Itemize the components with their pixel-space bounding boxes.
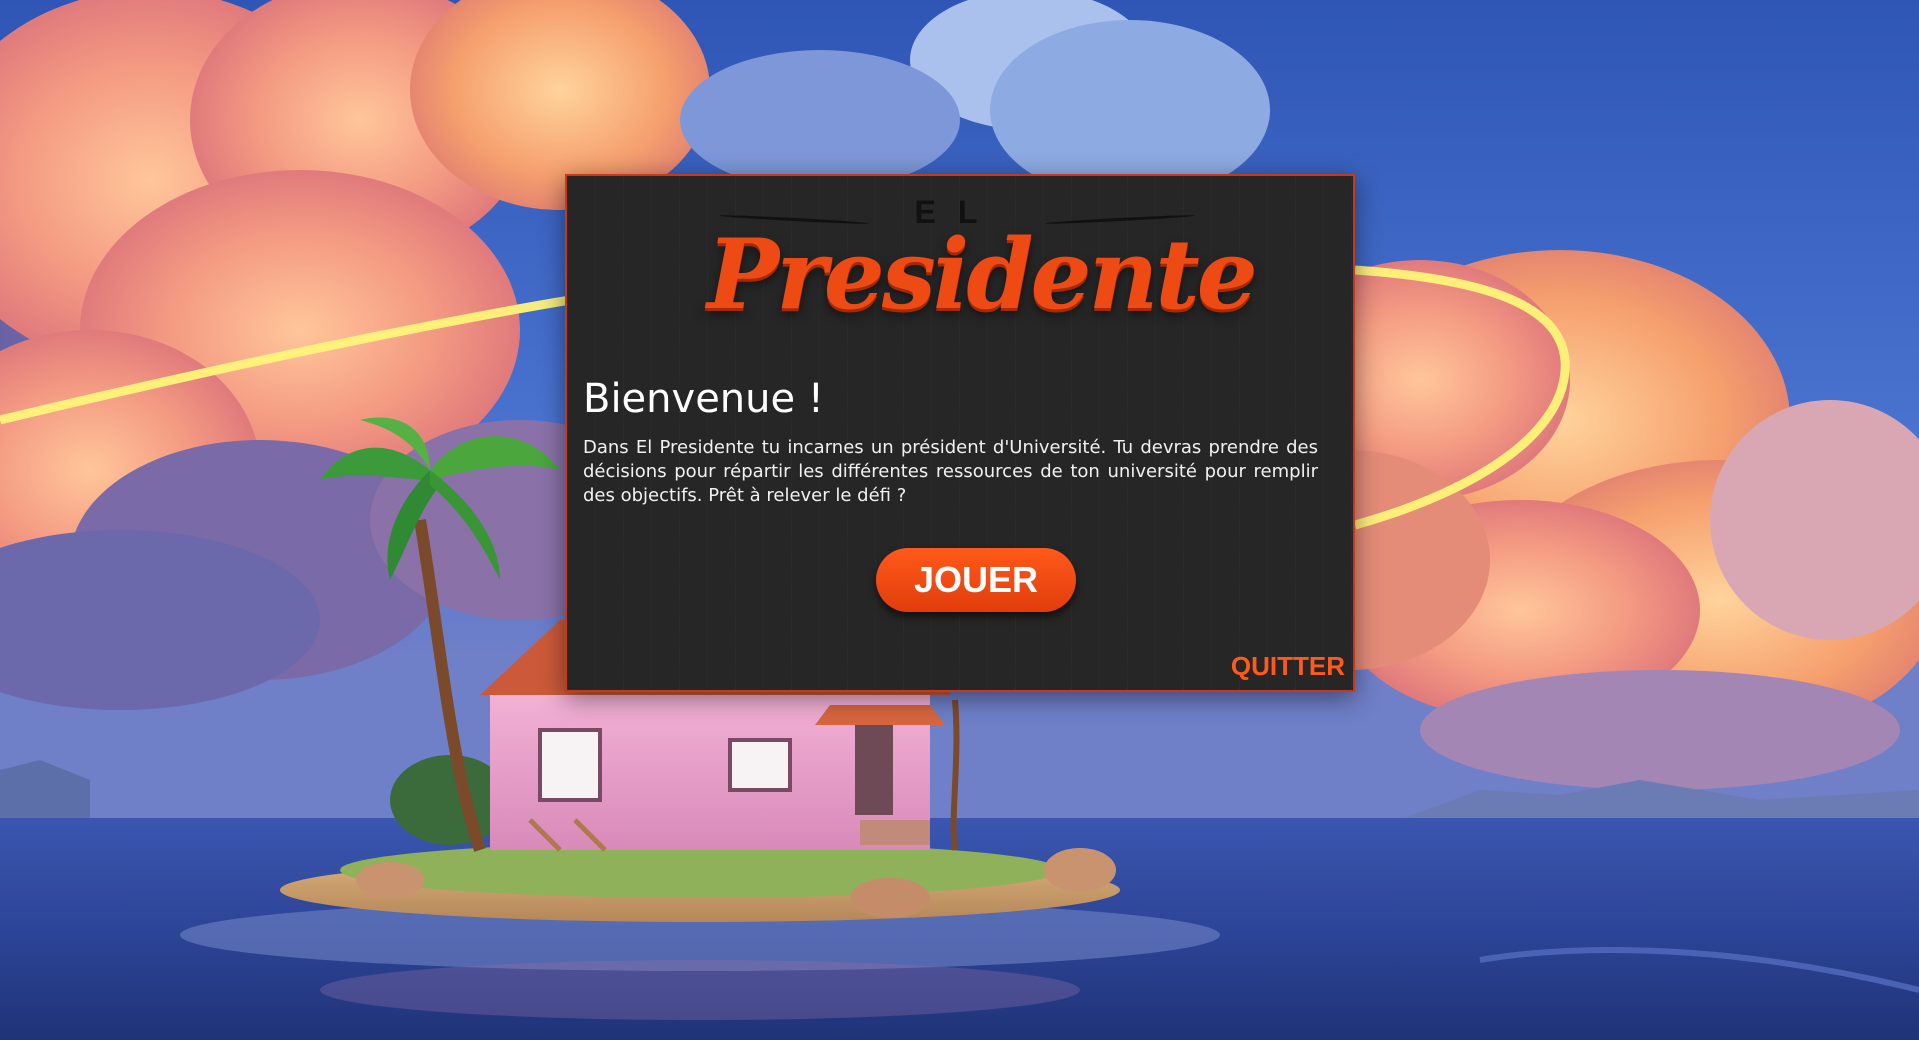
logo-title: Presidente — [707, 218, 1258, 331]
play-button[interactable]: JOUER — [876, 548, 1076, 612]
game-logo: EL Presidente — [707, 190, 1258, 340]
quit-button[interactable]: QUITTER — [1231, 651, 1345, 682]
dialog-title: Bienvenue ! — [583, 376, 824, 422]
dialog-description: Dans El Presidente tu incarnes un présid… — [583, 437, 1318, 506]
welcome-dialog: EL Presidente Bienvenue ! Dans El Presid… — [565, 174, 1355, 692]
